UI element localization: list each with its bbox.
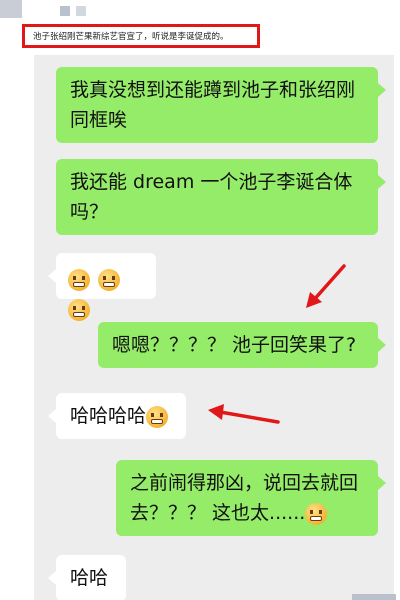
message-bubble-sent[interactable]: 之前闹得那凶，说回去就回去？？？ 这也太...... bbox=[116, 460, 386, 536]
screenshot-page: 池子张绍刚芒果新综艺官宣了，听说是李诞促成的。 我真没想到还能蹲到池子和张绍刚同… bbox=[0, 0, 400, 600]
message-text: 嗯嗯？？？？ 池子回笑果了? bbox=[112, 334, 357, 356]
message-text: 哈哈 bbox=[70, 567, 109, 589]
grimace-icon bbox=[68, 268, 90, 291]
message-bubble-sent[interactable]: 我还能 dream 一个池子李诞合体吗？ bbox=[56, 159, 386, 235]
grimace-icon bbox=[146, 405, 169, 428]
image-placeholder bbox=[60, 6, 70, 16]
scrollbar-indicator bbox=[352, 594, 396, 600]
message-text: 我真没想到还能蹲到池子和张绍刚同框唉 bbox=[70, 79, 356, 131]
image-placeholder bbox=[76, 6, 86, 16]
message-bubble-received[interactable]: 哈哈 bbox=[48, 555, 126, 600]
grimace-icon bbox=[98, 268, 121, 291]
annotation-arrow-icon bbox=[306, 264, 346, 308]
message-bubble-sent[interactable]: 嗯嗯？？？？ 池子回笑果了? bbox=[98, 322, 386, 368]
chat-area[interactable]: 我真没想到还能蹲到池子和张绍刚同框唉 我还能 dream 一个池子李诞合体吗？ … bbox=[34, 55, 394, 600]
grimace-icon bbox=[68, 298, 90, 321]
caption-text: 池子张绍刚芒果新综艺官宣了，听说是李诞促成的。 bbox=[33, 32, 229, 42]
caption-highlight-box: 池子张绍刚芒果新综艺官宣了，听说是李诞促成的。 bbox=[22, 24, 260, 48]
annotation-arrow-icon bbox=[208, 404, 280, 424]
message-text: 我还能 dream 一个池子李诞合体吗？ bbox=[70, 171, 353, 223]
avatar-thumbnail bbox=[0, 0, 22, 18]
message-text: 哈哈哈哈 bbox=[70, 405, 147, 427]
message-bubble-sent[interactable]: 我真没想到还能蹲到池子和张绍刚同框唉 bbox=[56, 67, 386, 143]
message-bubble-received[interactable] bbox=[48, 253, 156, 321]
message-bubble-received[interactable]: 哈哈哈哈 bbox=[48, 393, 186, 439]
sweat-icon bbox=[305, 502, 328, 525]
